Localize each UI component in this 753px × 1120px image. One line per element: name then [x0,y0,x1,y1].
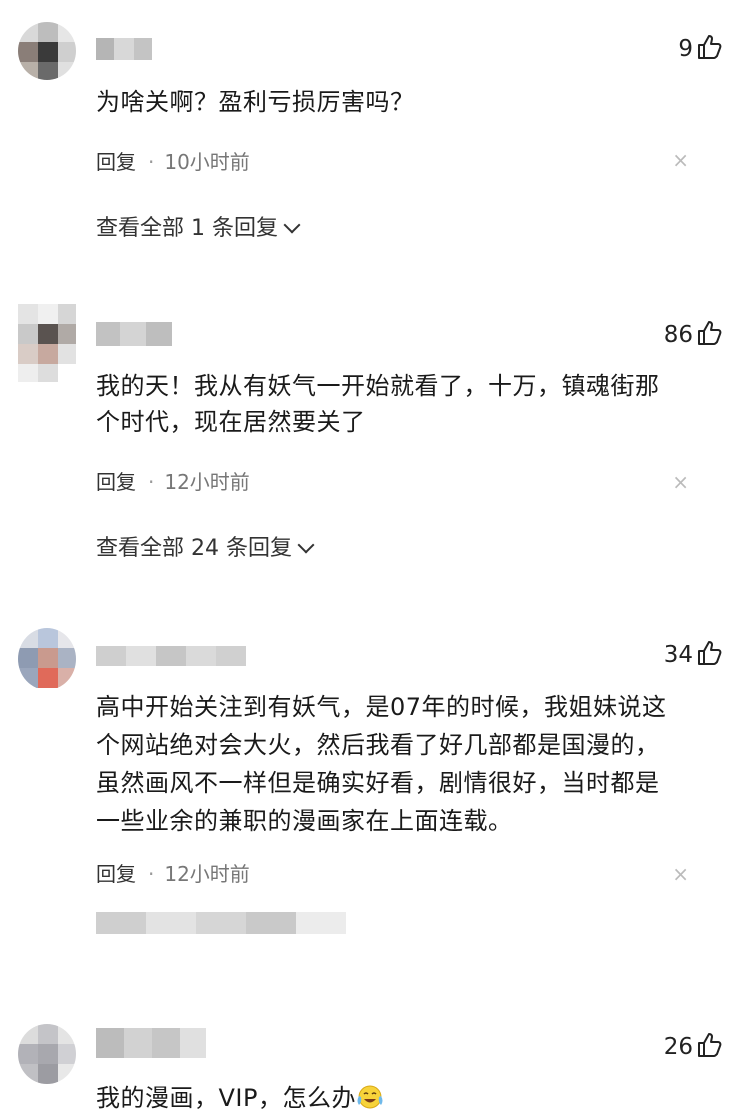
view-all-replies-button[interactable]: 查看全部 24 条回复 [96,530,315,562]
reply-button[interactable]: 回复 [96,862,136,886]
avatar[interactable] [18,22,76,80]
comment-item: 26 我的漫画，VIP，怎么办 [0,1020,753,1119]
blurred-reply-preview[interactable] [96,912,346,934]
comment-text-line: 高中开始关注到有妖气，是07年的时候，我姐妹说这 [96,693,667,721]
username-blurred[interactable] [96,38,152,60]
close-icon[interactable]: × [672,148,689,172]
comment-text-line: 虽然画风不一样但是确实好看，剧情很好，当时都是 [96,769,660,797]
comment-item: 86 我的天！我从有妖气一开始就看了，十万，镇魂街那 个时代，现在居然要关了 回… [0,300,753,580]
view-all-replies-label: 查看全部 24 条回复 [96,536,292,561]
comment-text: 我的漫画，VIP，怎么办 [96,1080,706,1116]
crying-laughing-emoji-icon [356,1084,384,1110]
comment-item: 9 为啥关啊？盈利亏损厉害吗？ 回复 · 10小时前 × 查看全部 1 条回复 [0,0,753,260]
separator-dot: · [148,150,155,174]
like-count: 86 [663,322,693,348]
comment-item: 34 高中开始关注到有妖气，是07年的时候，我姐妹说这 个网站绝对会大火，然后我… [0,620,753,970]
comment-text-line: 个网站绝对会大火，然后我看了好几部都是国漫的， [96,731,660,759]
view-all-replies-button[interactable]: 查看全部 1 条回复 [96,210,301,242]
username-blurred[interactable] [96,646,246,666]
comment-text: 为啥关啊？盈利亏损厉害吗？ [96,88,415,116]
close-icon[interactable]: × [672,470,689,494]
view-all-replies-label: 查看全部 1 条回复 [96,216,278,241]
username-blurred[interactable] [96,1028,206,1058]
comment-text-line: 个时代，现在居然要关了 [96,408,366,436]
comment-text-content: 我的漫画，VIP，怎么办 [96,1084,356,1112]
comment-text-line: 我的天！我从有妖气一开始就看了，十万，镇魂街那 [96,372,660,400]
like-count: 26 [663,1034,693,1060]
chevron-down-icon [283,216,301,234]
thumbs-up-icon[interactable] [697,320,723,346]
like-count: 9 [678,36,693,62]
comment-meta: 回复 · 12小时前 [96,858,250,887]
close-icon[interactable]: × [672,862,689,886]
thumbs-up-icon[interactable] [697,1032,723,1058]
chevron-down-icon [297,536,315,554]
separator-dot: · [148,862,155,886]
comment-text-line: 一些业余的兼职的漫画家在上面连载。 [96,807,513,835]
avatar[interactable] [18,628,76,690]
timestamp: 10小时前 [164,150,250,174]
reply-button[interactable]: 回复 [96,150,136,174]
separator-dot: · [148,470,155,494]
comment-text: 高中开始关注到有妖气，是07年的时候，我姐妹说这 个网站绝对会大火，然后我看了好… [96,688,706,840]
avatar[interactable] [18,304,76,382]
like-count: 34 [663,642,693,668]
thumbs-up-icon[interactable] [697,640,723,666]
comment-meta: 回复 · 12小时前 [96,466,250,495]
thumbs-up-icon[interactable] [697,34,723,60]
comment-text: 我的天！我从有妖气一开始就看了，十万，镇魂街那 个时代，现在居然要关了 [96,368,706,440]
timestamp: 12小时前 [164,470,250,494]
avatar[interactable] [18,1024,76,1084]
timestamp: 12小时前 [164,862,250,886]
comment-meta: 回复 · 10小时前 [96,146,250,175]
username-blurred[interactable] [96,322,172,346]
reply-button[interactable]: 回复 [96,470,136,494]
